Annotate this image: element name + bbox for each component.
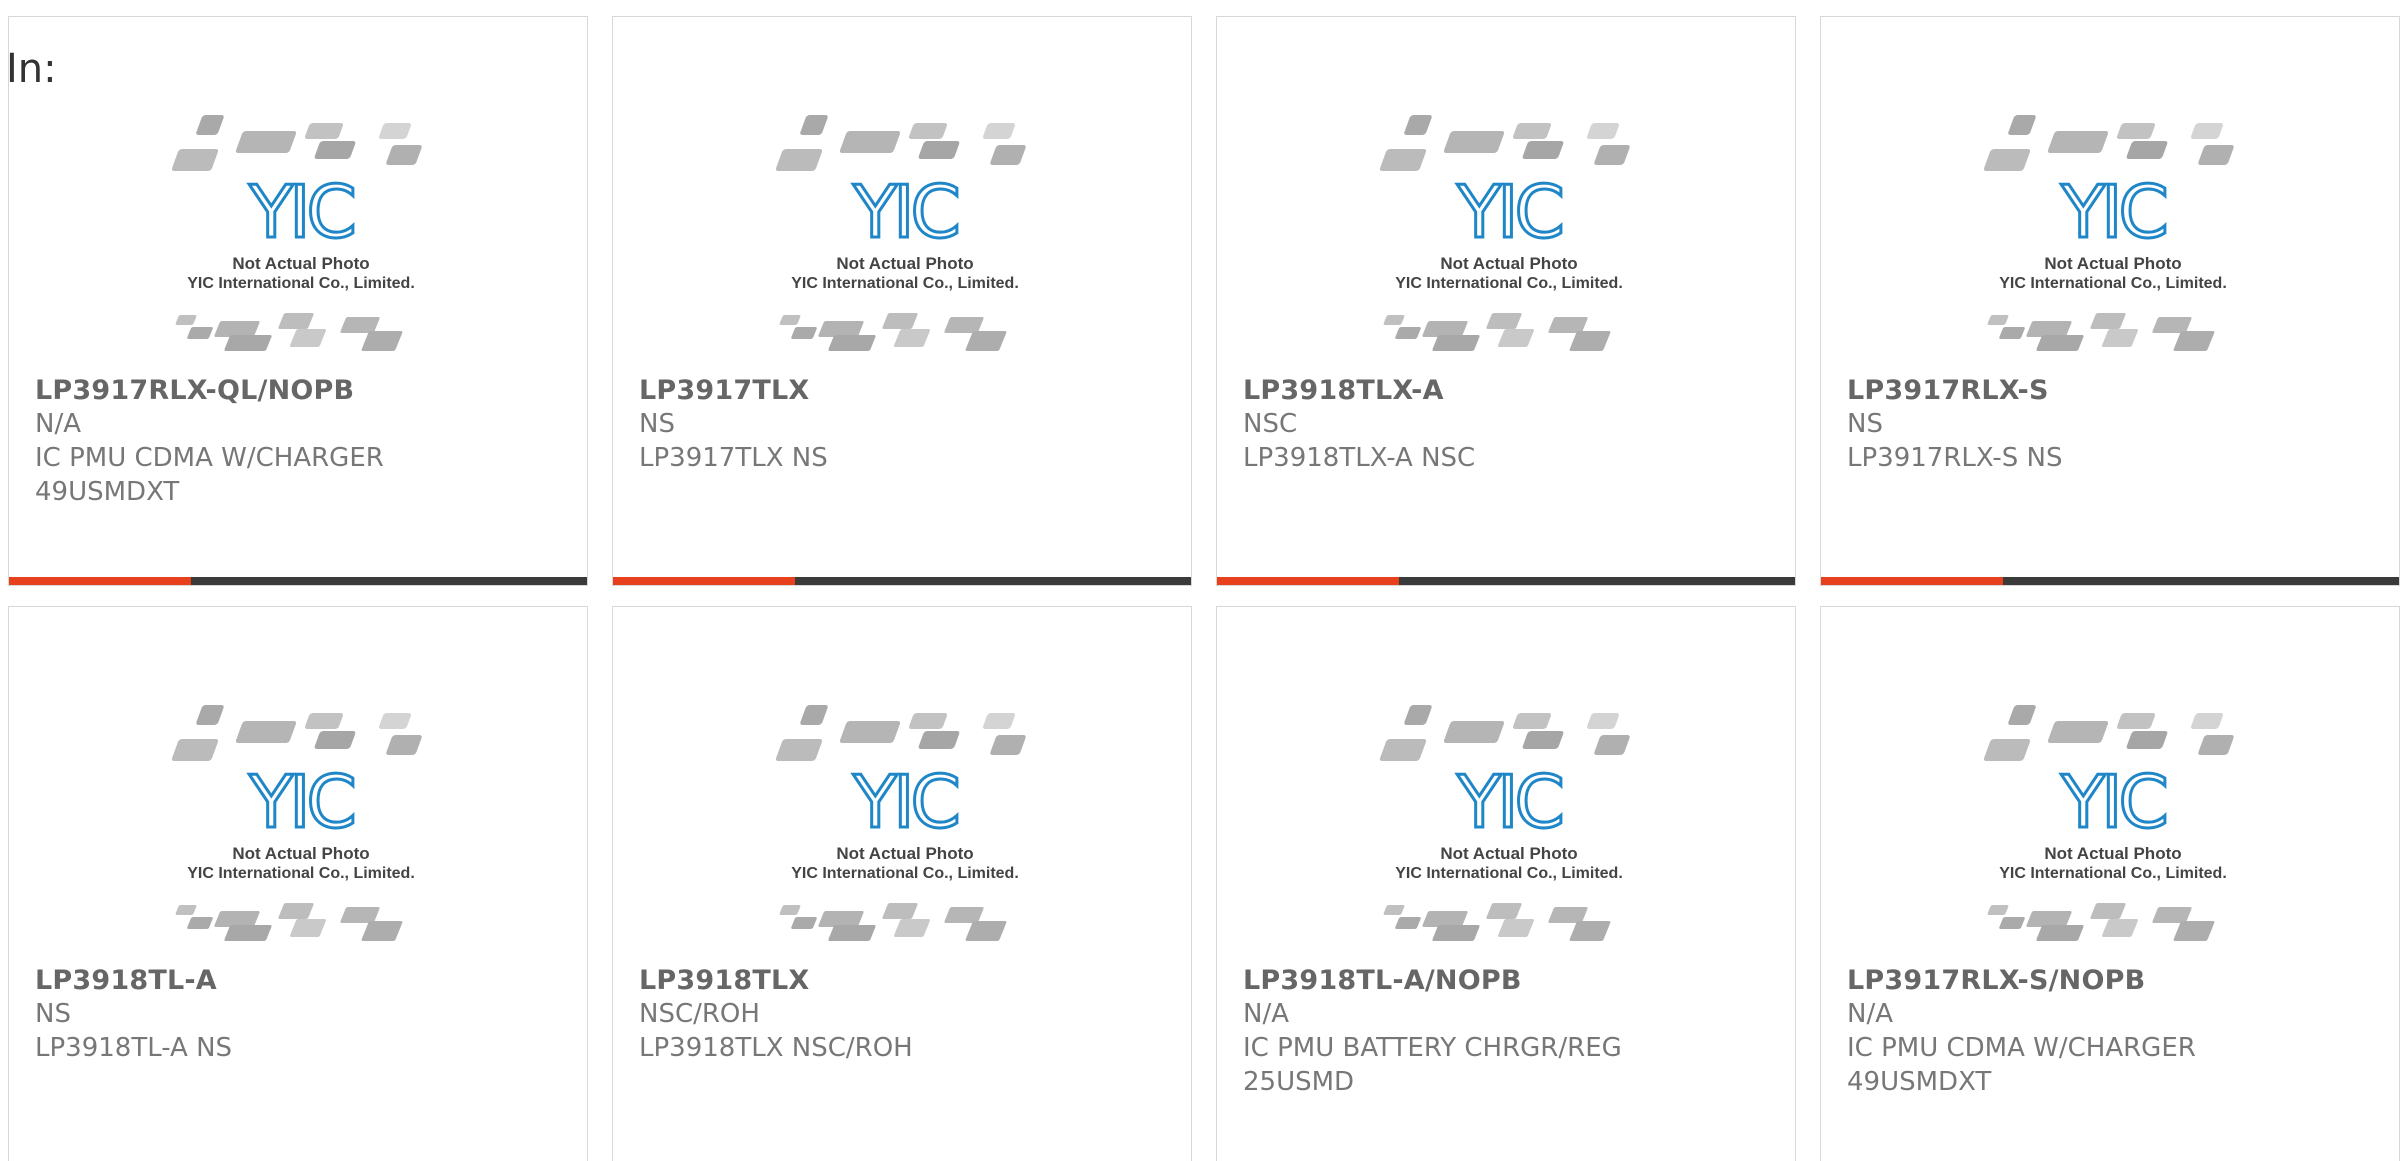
product-manufacturer: NSC <box>1243 409 1298 439</box>
photo-caption-line1: Not Actual Photo <box>232 254 369 273</box>
photo-caption-line2: YIC International Co., Limited. <box>187 275 415 292</box>
yic-logo: YIC <box>852 760 957 844</box>
product-description: IC PMU CDMA W/CHARGER <box>1847 1033 2196 1063</box>
not-actual-photo-image: YICNot Actual Photo YIC International Co.… <box>1983 115 2234 351</box>
not-actual-photo-image: YICNot Actual Photo YIC International Co.… <box>171 115 422 351</box>
photo-caption-line2: YIC International Co., Limited. <box>1395 275 1623 292</box>
yic-logo: YIC <box>2060 170 2165 254</box>
product-photo[interactable]: YIC Not Actual Photo YIC International Co.… <box>167 109 435 361</box>
photo-caption-line2: YIC International Co., Limited. <box>1999 865 2227 882</box>
product-manufacturer: NS <box>639 409 675 439</box>
product-manufacturer: NS <box>35 999 71 1029</box>
card-accent-bar <box>9 577 191 585</box>
product-manufacturer: N/A <box>1847 999 1893 1029</box>
not-actual-photo-image: YICNot Actual Photo YIC International Co.… <box>775 705 1026 941</box>
product-description: LP3918TLX NSC/ROH <box>639 1033 913 1063</box>
not-actual-photo-image: YICNot Actual Photo YIC International Co.… <box>1379 115 1630 351</box>
product-part-number[interactable]: LP3917RLX-S/NOPB <box>1847 965 2145 996</box>
yic-logo: YIC <box>852 170 957 254</box>
yic-logo: YIC <box>1456 170 1561 254</box>
product-card[interactable]: YIC Not Actual Photo YIC International Co.… <box>8 606 588 1161</box>
product-part-number[interactable]: LP3917RLX-S <box>1847 375 2049 406</box>
product-photo[interactable]: YIC Not Actual Photo YIC International Co.… <box>1375 699 1643 951</box>
product-description-extra: 25USMD <box>1243 1067 1355 1097</box>
card-bottom-bar <box>613 577 1191 585</box>
product-photo[interactable]: YIC Not Actual Photo YIC International Co.… <box>1979 699 2247 951</box>
card-bottom-bar <box>1217 577 1795 585</box>
product-description: LP3918TLX-A NSC <box>1243 443 1476 473</box>
product-part-number[interactable]: LP3918TL-A <box>35 965 217 996</box>
photo-caption-line2: YIC International Co., Limited. <box>791 275 1019 292</box>
not-actual-photo-image: YICNot Actual Photo YIC International Co.… <box>775 115 1026 351</box>
product-description: LP3917RLX-S NS <box>1847 443 2063 473</box>
photo-caption-line1: Not Actual Photo <box>232 844 369 863</box>
card-bottom-bar <box>1821 577 2399 585</box>
product-card[interactable]: YIC Not Actual Photo YIC International Co.… <box>1216 606 1796 1161</box>
not-actual-photo-image: YICNot Actual Photo YIC International Co.… <box>171 705 422 941</box>
product-description: IC PMU BATTERY CHRGR/REG <box>1243 1033 1622 1063</box>
photo-caption-line1: Not Actual Photo <box>2044 254 2181 273</box>
product-manufacturer: NS <box>1847 409 1883 439</box>
product-description: LP3917TLX NS <box>639 443 828 473</box>
product-part-number[interactable]: LP3918TLX <box>639 965 809 996</box>
product-card[interactable]: YIC Not Actual Photo YIC International Co.… <box>612 16 1192 586</box>
photo-caption-line1: Not Actual Photo <box>1440 844 1577 863</box>
product-description-extra: 49USMDXT <box>35 477 180 507</box>
photo-caption-line1: Not Actual Photo <box>836 844 973 863</box>
card-accent-bar <box>1821 577 2003 585</box>
product-photo[interactable]: YIC Not Actual Photo YIC International Co.… <box>771 109 1039 361</box>
product-manufacturer: NSC/ROH <box>639 999 760 1029</box>
photo-caption-line2: YIC International Co., Limited. <box>1395 865 1623 882</box>
product-photo[interactable]: YIC Not Actual Photo YIC International Co.… <box>1979 109 2247 361</box>
photo-caption-line1: Not Actual Photo <box>836 254 973 273</box>
product-photo[interactable]: YIC Not Actual Photo YIC International Co.… <box>1375 109 1643 361</box>
product-card[interactable]: YIC Not Actual Photo YIC International Co.… <box>612 606 1192 1161</box>
product-manufacturer: N/A <box>35 409 81 439</box>
yic-logo: YIC <box>248 170 353 254</box>
product-photo[interactable]: YIC Not Actual Photo YIC International Co.… <box>771 699 1039 951</box>
not-actual-photo-image: YICNot Actual Photo YIC International Co.… <box>1983 705 2234 941</box>
product-part-number[interactable]: LP3917RLX-QL/NOPB <box>35 375 354 406</box>
photo-caption-line1: Not Actual Photo <box>2044 844 2181 863</box>
product-description: IC PMU CDMA W/CHARGER <box>35 443 384 473</box>
product-photo[interactable]: YIC Not Actual Photo YIC International Co.… <box>167 699 435 951</box>
yic-logo: YIC <box>2060 760 2165 844</box>
product-description-extra: 49USMDXT <box>1847 1067 1992 1097</box>
product-card[interactable]: YIC Not Actual Photo YIC International Co.… <box>1216 16 1796 586</box>
product-manufacturer: N/A <box>1243 999 1289 1029</box>
product-card[interactable]: YIC Not Actual Photo YIC International Co.… <box>1820 606 2400 1161</box>
product-part-number[interactable]: LP3918TLX-A <box>1243 375 1444 406</box>
card-accent-bar <box>613 577 795 585</box>
card-accent-bar <box>1217 577 1399 585</box>
photo-caption-line1: Not Actual Photo <box>1440 254 1577 273</box>
photo-caption-line2: YIC International Co., Limited. <box>1999 275 2227 292</box>
not-actual-photo-image: YICNot Actual Photo YIC International Co.… <box>1379 705 1630 941</box>
yic-logo: YIC <box>1456 760 1561 844</box>
product-part-number[interactable]: LP3918TL-A/NOPB <box>1243 965 1522 996</box>
product-part-number[interactable]: LP3917TLX <box>639 375 809 406</box>
product-card[interactable]: YIC Not Actual Photo YIC International Co.… <box>8 16 588 586</box>
product-card[interactable]: YIC Not Actual Photo YIC International Co.… <box>1820 16 2400 586</box>
photo-caption-line2: YIC International Co., Limited. <box>791 865 1019 882</box>
product-grid: YIC Not Actual Photo YIC International Co.… <box>0 0 2400 1161</box>
product-grid-page: In: YIC Not Actual Photo YIC International… <box>0 0 2400 1161</box>
card-bottom-bar <box>9 577 587 585</box>
product-description: LP3918TL-A NS <box>35 1033 233 1063</box>
yic-logo: YIC <box>248 760 353 844</box>
photo-caption-line2: YIC International Co., Limited. <box>187 865 415 882</box>
filter-label: In: <box>6 46 57 92</box>
